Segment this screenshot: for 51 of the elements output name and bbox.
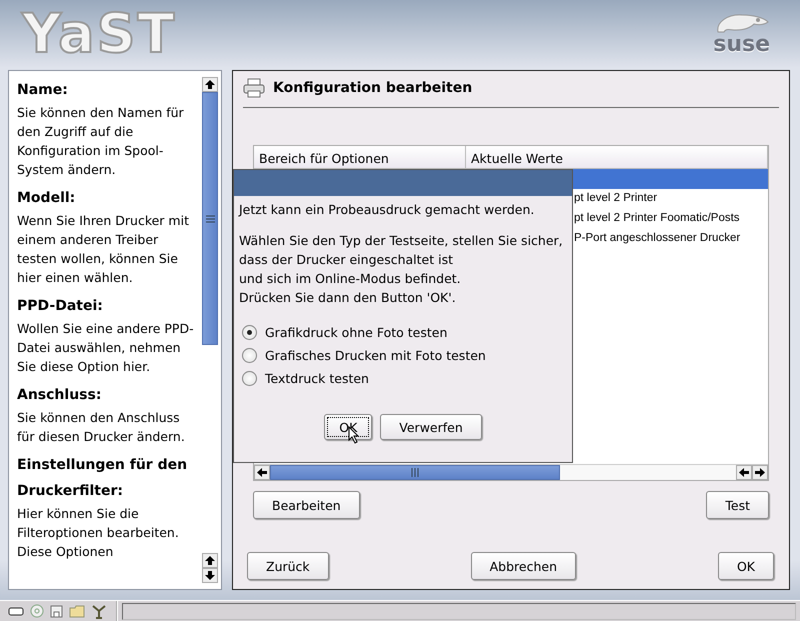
left-arrow-icon [739,468,749,477]
help-heading: Einstellungen für den Druckerfilter: [17,456,188,501]
table-cell-text: pt level 2 Printer [573,191,658,206]
help-text: Sie können den Namen für den Zugriff auf die Konfiguration im Spool-System ändern. [17,104,185,179]
scroll-left-button[interactable] [254,465,270,480]
scroll-left-button[interactable] [736,465,752,480]
dialog-button[interactable]: Verwerfen [380,414,482,440]
floppy-icon[interactable] [50,604,63,618]
nav-button[interactable]: Abbrechen [470,552,576,580]
radio-option[interactable]: Grafisches Drucken mit Foto testen [242,346,564,365]
scroll-down-button[interactable] [202,568,218,583]
help-heading: Name: [17,81,69,100]
dialog-message: Jetzt kann ein Probeausdruck gemacht werden. [237,201,536,219]
help-text: Sie können den Anschluss für diesen Drucker ändern. [17,409,186,446]
scrollbar-thumb[interactable] [270,465,560,480]
scrollbar-thumb[interactable] [202,92,218,345]
up-arrow-icon [205,80,215,89]
suse-logo: suse [713,34,770,56]
up-arrow-icon [205,556,215,565]
radio-option[interactable]: Grafikdruck ohne Foto testen [242,323,564,342]
radio-label: Textdruck testen [265,371,369,386]
help-text: Hier können Sie die Filteroptionen bearbeiten. Diese Optionen [17,505,180,561]
nav-button[interactable]: OK [718,552,774,580]
right-arrow-icon [755,468,765,477]
scroll-up-button[interactable] [202,553,218,568]
grip-icon [206,214,214,222]
network-icon[interactable] [91,604,107,618]
scroll-right-button[interactable] [752,465,768,480]
page-title: Konfiguration bearbeiten [273,80,472,96]
radio-button[interactable] [242,325,257,340]
help-text: Wollen Sie eine andere PPD-Datei auswählen, nehmen Sie diese Option hier. [17,320,195,376]
radio-label: Grafisches Drucken mit Foto testen [265,348,486,363]
grip-icon [410,468,420,477]
dialog-message: Wählen Sie den Typ der Testseite, stellen Sie sicher, dass der Drucker eingeschaltet ist und sich im Online-Modus befindet. Drücken Sie dann den Button 'OK'. [238,232,564,307]
help-heading: Anschluss: [17,386,102,405]
action-button[interactable]: Test [706,491,769,519]
scroll-up-button[interactable] [202,77,218,92]
printer-icon [243,78,265,98]
help-heading: Modell: [17,189,76,208]
action-button[interactable]: Bearbeiten [253,491,360,519]
yast-logo: YaST [22,7,176,61]
help-heading: PPD-Datei: [17,297,104,316]
help-text: Wenn Sie Ihren Drucker mit einem anderen Treiber testen wollen, können Sie hier einen wählen. [17,212,190,287]
radio-button[interactable] [242,348,257,363]
radio-option[interactable]: Textdruck testen [242,369,564,388]
radio-button[interactable] [242,371,257,386]
radio-label: Grafikdruck ohne Foto testen [265,325,448,340]
left-arrow-icon [257,468,267,477]
down-arrow-icon [205,571,215,580]
nav-button[interactable]: Zurück [247,552,329,580]
drive-icon[interactable] [8,606,24,616]
